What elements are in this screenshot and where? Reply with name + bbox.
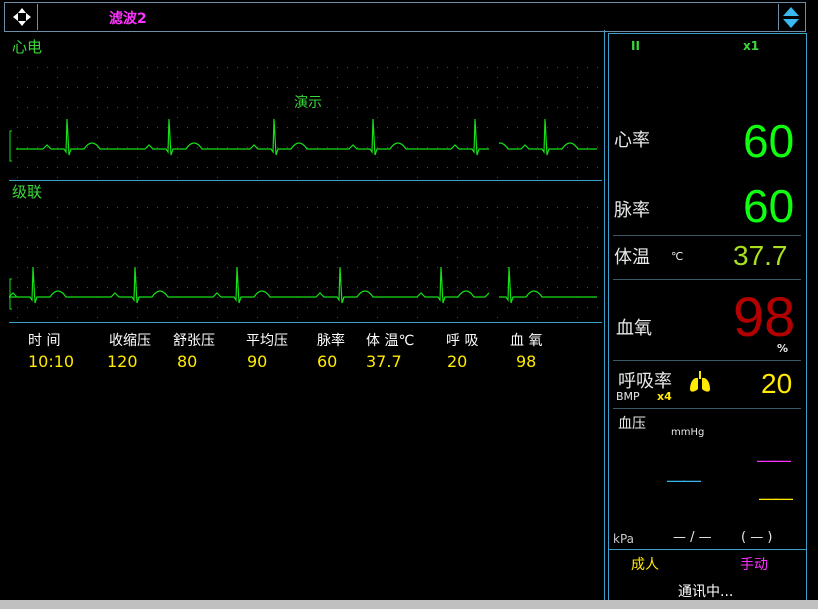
top-toolbar: 滤波2 xyxy=(4,2,806,32)
bp-unit: mmHg xyxy=(671,427,705,438)
table-cell-resp: 20 xyxy=(447,352,468,371)
sweep-gap xyxy=(489,109,499,169)
window-bottom-edge xyxy=(0,600,818,609)
table-header-diastolic: 舒张压 xyxy=(173,333,215,349)
table-cell-time: 10:10 xyxy=(28,352,75,371)
panel-separator xyxy=(604,30,605,600)
table-header-time: 时 间 xyxy=(28,333,61,349)
ecg-grid-lead1 xyxy=(17,67,598,178)
ecg-lead-indicator: II xyxy=(631,39,640,53)
move-arrows-icon xyxy=(13,8,31,26)
bp-diastolic-value: —— xyxy=(759,488,793,508)
spinner-button[interactable] xyxy=(778,4,803,30)
demo-label: 演示 xyxy=(294,95,322,111)
divider xyxy=(613,279,801,280)
divider xyxy=(609,549,806,550)
table-header-spo2: 血 氧 xyxy=(510,333,543,349)
table-cell-systolic: 120 xyxy=(107,352,138,371)
move-button[interactable] xyxy=(7,4,38,30)
table-header-resp: 呼 吸 xyxy=(446,333,479,349)
ecg-trace-lead1 xyxy=(16,118,597,156)
ecg-lead2-label: 级联 xyxy=(12,183,43,201)
table-header-pulse: 脉率 xyxy=(317,333,345,349)
divider xyxy=(613,408,801,409)
table-cell-mean: 90 xyxy=(247,352,268,371)
divider xyxy=(613,360,801,361)
divider xyxy=(9,322,602,323)
temperature-label: 体温 xyxy=(614,247,650,268)
resp-unit: BMP xyxy=(616,390,640,403)
temperature-unit: ℃ xyxy=(671,250,684,263)
lungs-icon xyxy=(690,371,710,392)
waveform-area: 心电 演示 级联 时 间 收缩压 舒张压 平均压 脉率 体 温℃ 呼 吸 血 氧… xyxy=(9,33,604,600)
status-text: 通讯中... xyxy=(678,584,734,600)
bp-label: 血压 xyxy=(618,416,646,432)
kpa-mean-value: ( — ) xyxy=(741,530,773,545)
heart-rate-label: 心率 xyxy=(614,130,650,151)
spo2-unit: % xyxy=(777,342,789,355)
resp-gain: x4 xyxy=(657,390,672,403)
temperature-value: 37.7 xyxy=(733,240,788,271)
kpa-value: — / — xyxy=(673,530,712,545)
heart-rate-value: 60 xyxy=(743,115,795,167)
sweep-gap xyxy=(489,257,499,317)
monitor-window: 滤波2 心电 演示 级联 时 间 收缩压 舒张压 平均压 脉率 体 温℃ 呼 吸… xyxy=(0,0,818,609)
ecg-gain-indicator: x1 xyxy=(743,39,760,53)
ecg-waveform-lead2 xyxy=(9,207,598,318)
vitals-panel: II x1 心率 60 脉率 60 体温 ℃ 37.7 血氧 98 % 呼吸率 … xyxy=(608,33,807,601)
table-cell-diastolic: 80 xyxy=(177,352,198,371)
resp-rate-value: 20 xyxy=(761,368,793,399)
status-bar: 通讯中... xyxy=(608,576,805,600)
pulse-rate-value: 60 xyxy=(743,180,795,232)
spo2-label: 血氧 xyxy=(616,318,652,339)
table-cell-temp: 37.7 xyxy=(366,352,402,371)
table-header-temp: 体 温℃ xyxy=(366,333,415,349)
ecg-waveform-lead1 xyxy=(9,67,598,178)
mode-button[interactable]: 手动 xyxy=(740,554,768,574)
table-header-systolic: 收缩压 xyxy=(109,333,151,349)
divider xyxy=(9,180,602,181)
patient-type-button[interactable]: 成人 xyxy=(631,554,659,574)
ecg-lead1-label: 心电 xyxy=(12,38,43,56)
bp-systolic-value: —— xyxy=(757,450,791,470)
bp-mean-value: —— xyxy=(667,470,701,490)
table-cell-spo2: 98 xyxy=(516,352,537,371)
pulse-rate-label: 脉率 xyxy=(614,200,650,221)
table-cell-pulse: 60 xyxy=(317,352,338,371)
divider xyxy=(613,235,801,236)
spo2-value: 98 xyxy=(733,285,796,348)
table-header-mean: 平均压 xyxy=(246,333,288,349)
kpa-label: kPa xyxy=(613,532,634,546)
up-down-spinner-icon xyxy=(783,7,799,28)
filter-mode-label[interactable]: 滤波2 xyxy=(109,8,147,28)
